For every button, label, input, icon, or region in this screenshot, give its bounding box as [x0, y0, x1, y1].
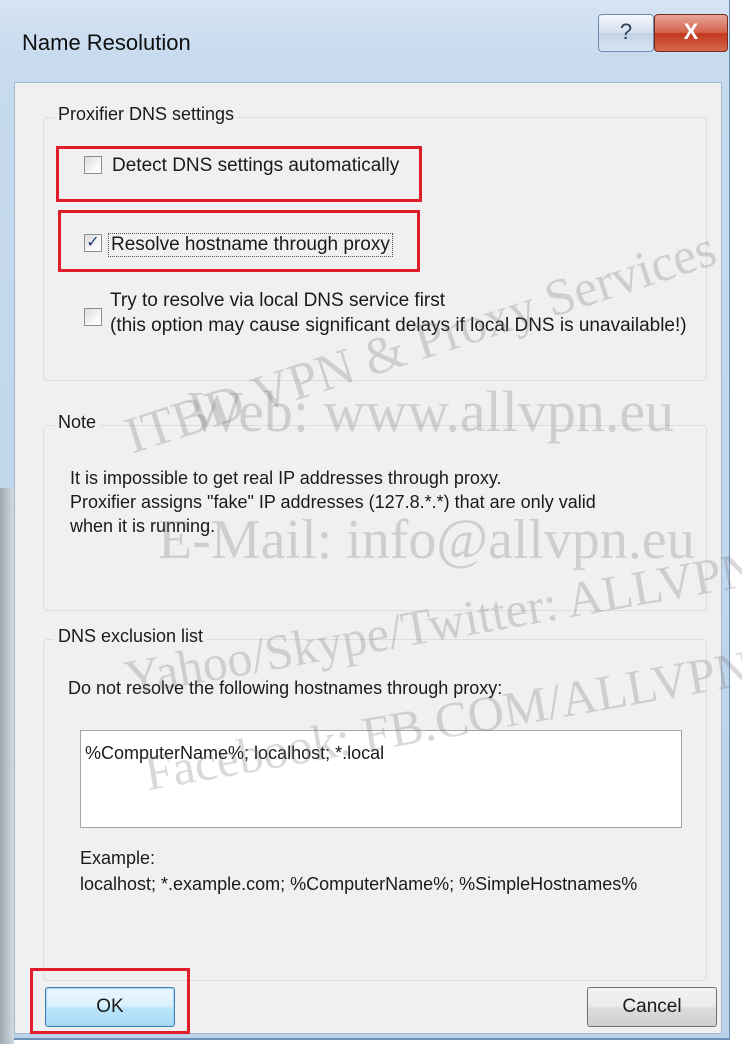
local-dns-first-warning: (this option may cause significant delay…	[110, 315, 687, 336]
highlight-ok-button	[30, 968, 190, 1034]
exclusion-hosts-input[interactable]: %ComputerName%; localhost; *.local	[80, 730, 682, 828]
background-window-edge	[0, 488, 14, 1044]
example-text: localhost; *.example.com; %ComputerName%…	[80, 874, 638, 894]
highlight-resolve-proxy	[58, 210, 420, 272]
highlight-detect-dns	[56, 146, 422, 202]
note-line-1: It is impossible to get real IP addresse…	[70, 468, 502, 488]
example-label: Example:	[80, 848, 156, 868]
note-text: It is impossible to get real IP addresse…	[70, 466, 690, 538]
cancel-button[interactable]: Cancel	[587, 987, 717, 1027]
exclusion-instruction: Do not resolve the following hostnames t…	[68, 678, 503, 698]
title-bar[interactable]: Name Resolution ? X	[0, 0, 730, 82]
note-title: Note	[54, 412, 101, 433]
note-line-2: Proxifier assigns "fake" IP addresses (1…	[70, 492, 596, 512]
dns-exclusion-title: DNS exclusion list	[54, 626, 208, 647]
close-icon: X	[683, 19, 699, 44]
dns-exclusion-group: DNS exclusion list Do not resolve the fo…	[43, 626, 707, 981]
close-button[interactable]: X	[654, 14, 728, 52]
note-line-3: when it is running.	[70, 516, 216, 536]
help-icon: ?	[619, 19, 633, 44]
local-dns-first-label[interactable]: Try to resolve via local DNS service fir…	[110, 290, 445, 312]
local-dns-first-checkbox[interactable]	[84, 308, 102, 326]
help-button[interactable]: ?	[598, 14, 654, 52]
dns-settings-title: Proxifier DNS settings	[54, 104, 239, 125]
note-group: Note It is impossible to get real IP add…	[43, 412, 707, 611]
window-title: Name Resolution	[22, 30, 191, 55]
